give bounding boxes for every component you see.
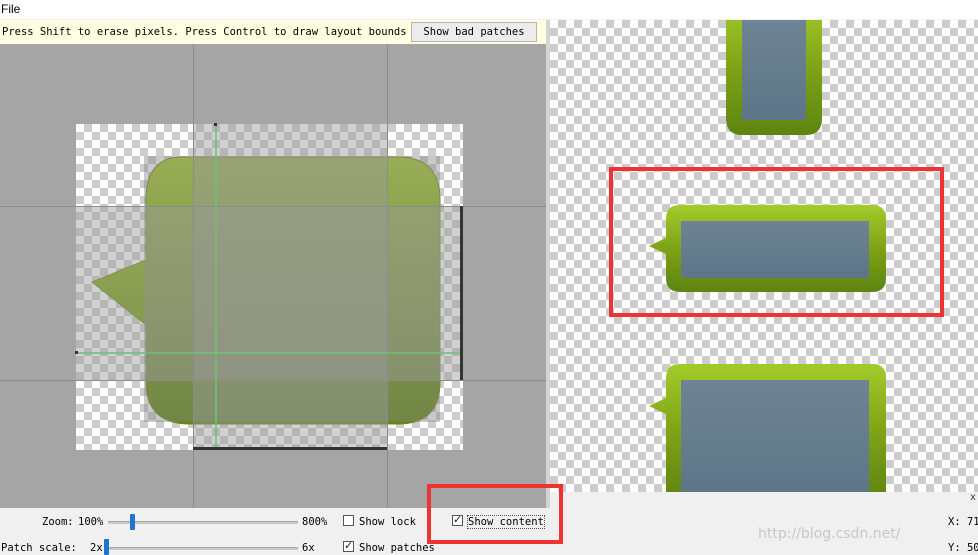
patch-scale-max-label: 6x (302, 542, 315, 554)
patch-marker-bottom[interactable] (193, 447, 387, 450)
show-patches-label[interactable]: Show patches (359, 542, 435, 554)
patch-marker-right[interactable] (460, 206, 463, 380)
highlight-box-show-content (427, 484, 563, 544)
show-bad-patches-button[interactable]: Show bad patches (411, 22, 537, 42)
editor-hint-text: Press Shift to erase pixels. Press Contr… (2, 26, 407, 38)
menu-bar: File (0, 0, 978, 19)
guide-horizontal-1 (0, 206, 546, 207)
show-lock-label[interactable]: Show lock (359, 516, 416, 528)
zoom-max-label: 800% (302, 516, 328, 528)
watermark-text: http://blog.csdn.net/ (758, 526, 901, 542)
coord-y: Y: 50 (948, 542, 978, 554)
patch-scale-slider-track[interactable] (104, 547, 298, 550)
editor-hint-bar: Press Shift to erase pixels. Press Contr… (0, 20, 546, 44)
content-line-horizontal[interactable] (76, 352, 463, 354)
patch-scale-label: Patch scale: (1, 542, 77, 554)
menu-file[interactable]: File (0, 2, 20, 16)
close-icon[interactable]: x (970, 492, 976, 503)
show-lock-checkbox[interactable] (343, 515, 354, 526)
guide-vertical-1 (193, 44, 194, 508)
patch-editor-pane[interactable]: Press Shift to erase pixels. Press Contr… (0, 20, 546, 508)
patch-scale-slider-thumb[interactable] (104, 539, 109, 555)
zoom-value: 100% (78, 516, 104, 528)
content-line-vertical[interactable] (215, 124, 217, 450)
zoom-label: Zoom: (42, 516, 74, 528)
show-patches-checkbox[interactable] (343, 539, 354, 552)
guide-horizontal-2 (0, 380, 546, 381)
preview-pane[interactable] (550, 20, 978, 492)
patch-scale-value: 2x (90, 542, 103, 554)
zoom-slider-track[interactable] (108, 521, 298, 524)
zoom-slider-thumb[interactable] (130, 514, 135, 530)
preview-scroll-area: x (550, 492, 978, 508)
patch-marker-dot-left (75, 351, 78, 354)
patch-marker-dot-top (214, 123, 217, 126)
control-bar: Zoom: 100% 800% Patch scale: 2x 6x Show … (0, 484, 978, 555)
editor-bubble-image (76, 124, 463, 450)
guide-vertical-2 (387, 44, 388, 508)
highlight-box-preview (609, 167, 944, 317)
coord-x: X: 71 (948, 516, 978, 528)
